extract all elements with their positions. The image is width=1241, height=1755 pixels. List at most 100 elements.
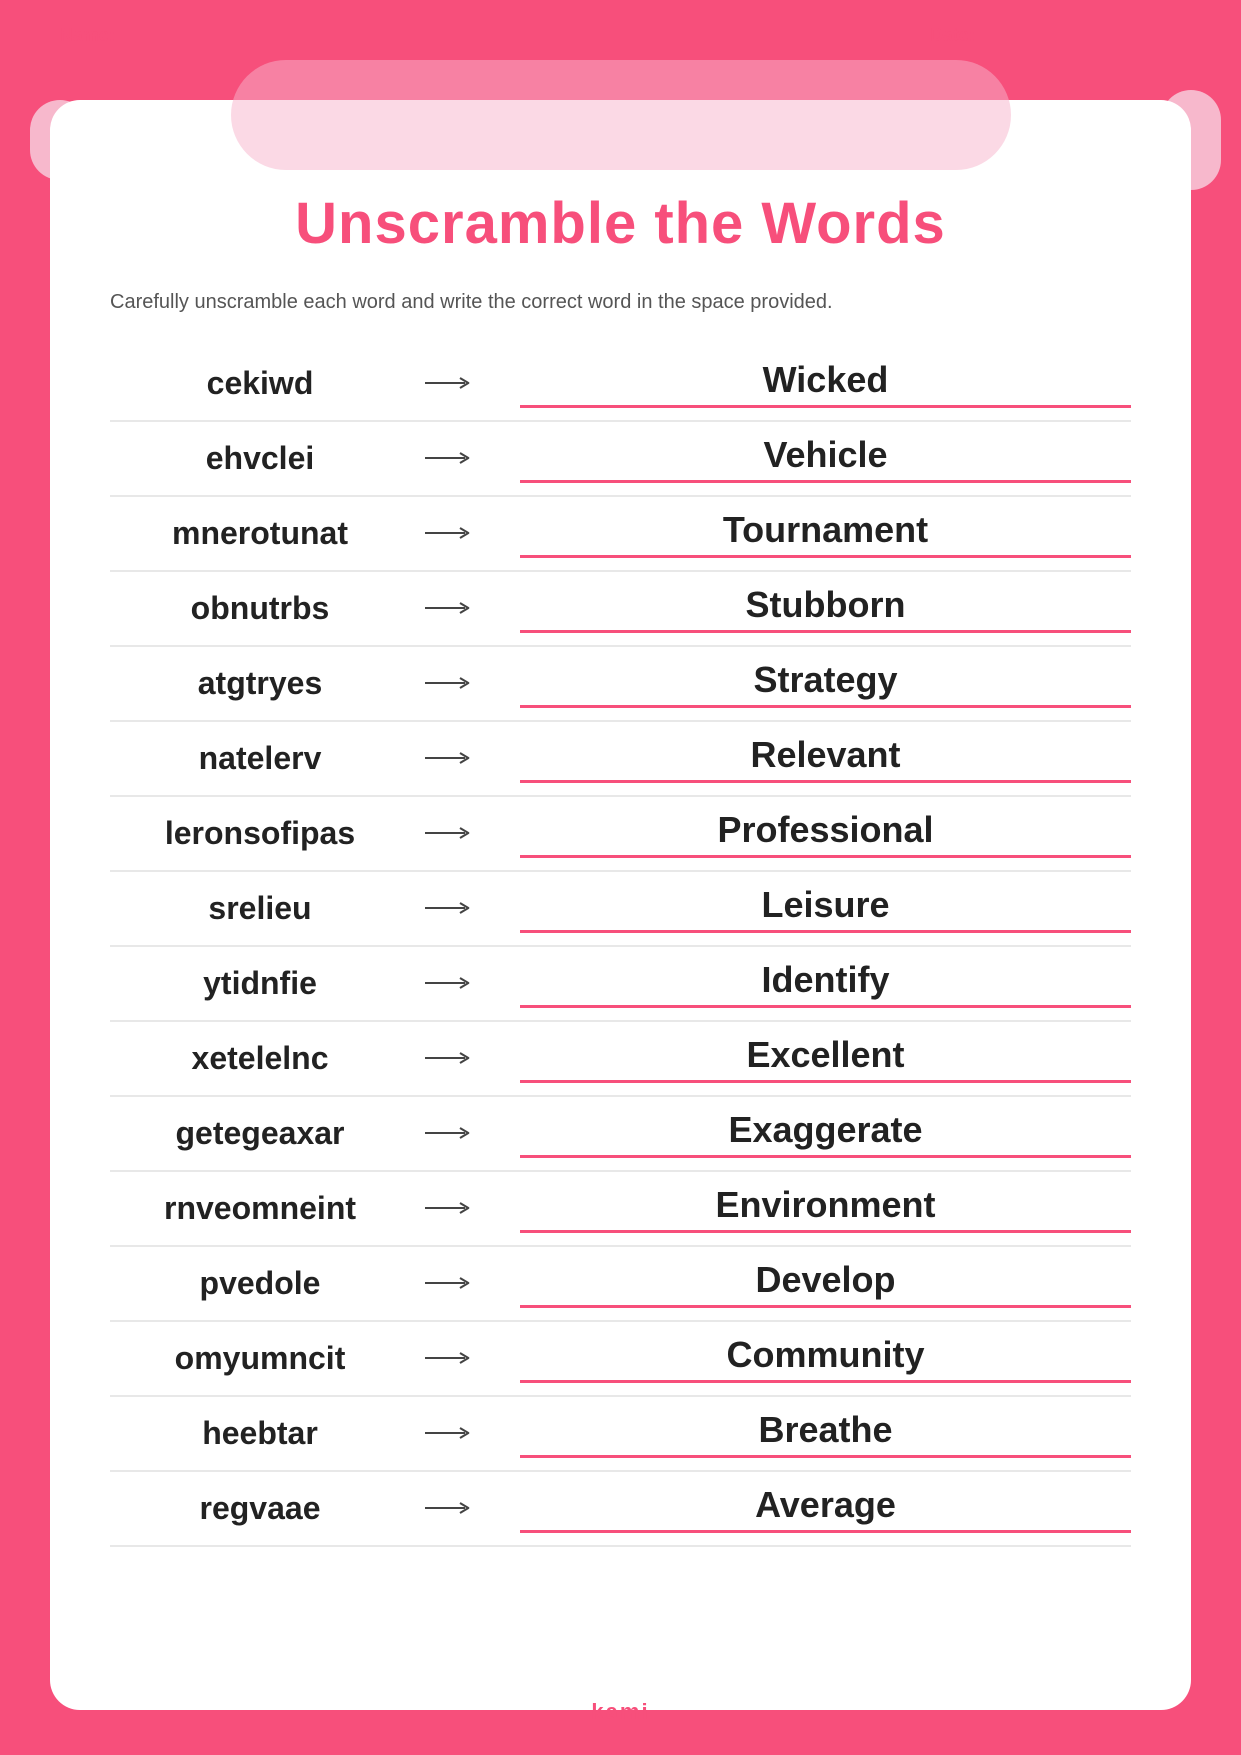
- table-row: cekiwd Wicked: [110, 347, 1131, 422]
- scrambled-word: rnveomneint: [110, 1190, 410, 1227]
- scrambled-word: regvaae: [110, 1490, 410, 1527]
- answer-cell: Leisure: [520, 884, 1131, 933]
- arrow-cell: [410, 1493, 490, 1525]
- answer-cell: Relevant: [520, 734, 1131, 783]
- scrambled-word: cekiwd: [110, 365, 410, 402]
- answer-word: Identify: [761, 959, 889, 1000]
- answer-word: Exaggerate: [728, 1109, 922, 1150]
- arrow-icon: [425, 448, 475, 468]
- scrambled-word: getegeaxar: [110, 1115, 410, 1152]
- instruction-text: Carefully unscramble each word and write…: [110, 287, 1131, 317]
- arrow-cell: [410, 1118, 490, 1150]
- scrambled-word: omyumncit: [110, 1340, 410, 1377]
- table-row: ytidnfie Identify: [110, 947, 1131, 1022]
- table-row: xetelelnc Excellent: [110, 1022, 1131, 1097]
- date-line[interactable]: [981, 35, 1181, 37]
- answer-word: Excellent: [746, 1034, 904, 1075]
- answer-cell: Wicked: [520, 359, 1131, 408]
- answer-cell: Develop: [520, 1259, 1131, 1308]
- answer-word: Professional: [717, 809, 933, 850]
- arrow-icon: [425, 1423, 475, 1443]
- header-bg-shape: [231, 60, 1011, 170]
- main-card: Unscramble the Words Carefully unscrambl…: [50, 100, 1191, 1710]
- arrow-cell: [410, 668, 490, 700]
- answer-cell: Exaggerate: [520, 1109, 1131, 1158]
- arrow-cell: [410, 1268, 490, 1300]
- answer-word: Breathe: [758, 1409, 892, 1450]
- arrow-cell: [410, 893, 490, 925]
- answer-word: Stubborn: [746, 584, 906, 625]
- arrow-cell: [410, 593, 490, 625]
- answer-word: Develop: [755, 1259, 895, 1300]
- table-row: mnerotunat Tournament: [110, 497, 1131, 572]
- answer-cell: Breathe: [520, 1409, 1131, 1458]
- answer-word: Tournament: [723, 509, 928, 550]
- answer-cell: Vehicle: [520, 434, 1131, 483]
- answer-cell: Environment: [520, 1184, 1131, 1233]
- arrow-icon: [425, 748, 475, 768]
- brand-name: kami: [591, 1699, 649, 1724]
- answer-word: Average: [755, 1484, 896, 1525]
- arrow-icon: [425, 823, 475, 843]
- title-area: Unscramble the Words: [110, 170, 1131, 257]
- arrow-icon: [425, 373, 475, 393]
- table-row: leronsofipas Professional: [110, 797, 1131, 872]
- words-table: cekiwd Wicked ehvclei Vehicle: [110, 347, 1131, 1547]
- scrambled-word: obnutrbs: [110, 590, 410, 627]
- table-row: pvedole Develop: [110, 1247, 1131, 1322]
- table-row: rnveomneint Environment: [110, 1172, 1131, 1247]
- footer-brand: kami: [591, 1699, 649, 1725]
- answer-cell: Average: [520, 1484, 1131, 1533]
- arrow-icon: [425, 1348, 475, 1368]
- arrow-icon: [425, 598, 475, 618]
- arrow-icon: [425, 1198, 475, 1218]
- page-container: Name: Date: Unscramble the Words Careful…: [0, 0, 1241, 1755]
- table-row: natelerv Relevant: [110, 722, 1131, 797]
- table-row: regvaae Average: [110, 1472, 1131, 1547]
- answer-word: Wicked: [763, 359, 889, 400]
- scrambled-word: heebtar: [110, 1415, 410, 1452]
- scrambled-word: natelerv: [110, 740, 410, 777]
- arrow-cell: [410, 368, 490, 400]
- scrambled-word: atgtryes: [110, 665, 410, 702]
- scrambled-word: ehvclei: [110, 440, 410, 477]
- scrambled-word: xetelelnc: [110, 1040, 410, 1077]
- answer-word: Strategy: [753, 659, 897, 700]
- arrow-icon: [425, 898, 475, 918]
- answer-cell: Stubborn: [520, 584, 1131, 633]
- answer-cell: Tournament: [520, 509, 1131, 558]
- scrambled-word: ytidnfie: [110, 965, 410, 1002]
- name-line[interactable]: [121, 35, 461, 37]
- table-row: srelieu Leisure: [110, 872, 1131, 947]
- date-field: Date:: [930, 25, 1181, 46]
- arrow-cell: [410, 518, 490, 550]
- arrow-icon: [425, 1273, 475, 1293]
- answer-word: Environment: [715, 1184, 935, 1225]
- arrow-icon: [425, 1123, 475, 1143]
- top-bar: Name: Date:: [60, 25, 1181, 46]
- answer-word: Community: [727, 1334, 925, 1375]
- table-row: ehvclei Vehicle: [110, 422, 1131, 497]
- arrow-icon: [425, 1048, 475, 1068]
- answer-cell: Excellent: [520, 1034, 1131, 1083]
- arrow-cell: [410, 443, 490, 475]
- page-title: Unscramble the Words: [110, 190, 1131, 257]
- answer-word: Relevant: [750, 734, 900, 775]
- arrow-cell: [410, 818, 490, 850]
- answer-cell: Strategy: [520, 659, 1131, 708]
- answer-cell: Professional: [520, 809, 1131, 858]
- scrambled-word: srelieu: [110, 890, 410, 927]
- arrow-cell: [410, 1418, 490, 1450]
- answer-word: Vehicle: [763, 434, 887, 475]
- answer-cell: Identify: [520, 959, 1131, 1008]
- arrow-icon: [425, 523, 475, 543]
- table-row: getegeaxar Exaggerate: [110, 1097, 1131, 1172]
- arrow-cell: [410, 1043, 490, 1075]
- arrow-cell: [410, 1193, 490, 1225]
- name-field: Name:: [60, 25, 461, 46]
- arrow-icon: [425, 973, 475, 993]
- answer-cell: Community: [520, 1334, 1131, 1383]
- arrow-icon: [425, 1498, 475, 1518]
- table-row: obnutrbs Stubborn: [110, 572, 1131, 647]
- name-label: Name:: [60, 25, 115, 46]
